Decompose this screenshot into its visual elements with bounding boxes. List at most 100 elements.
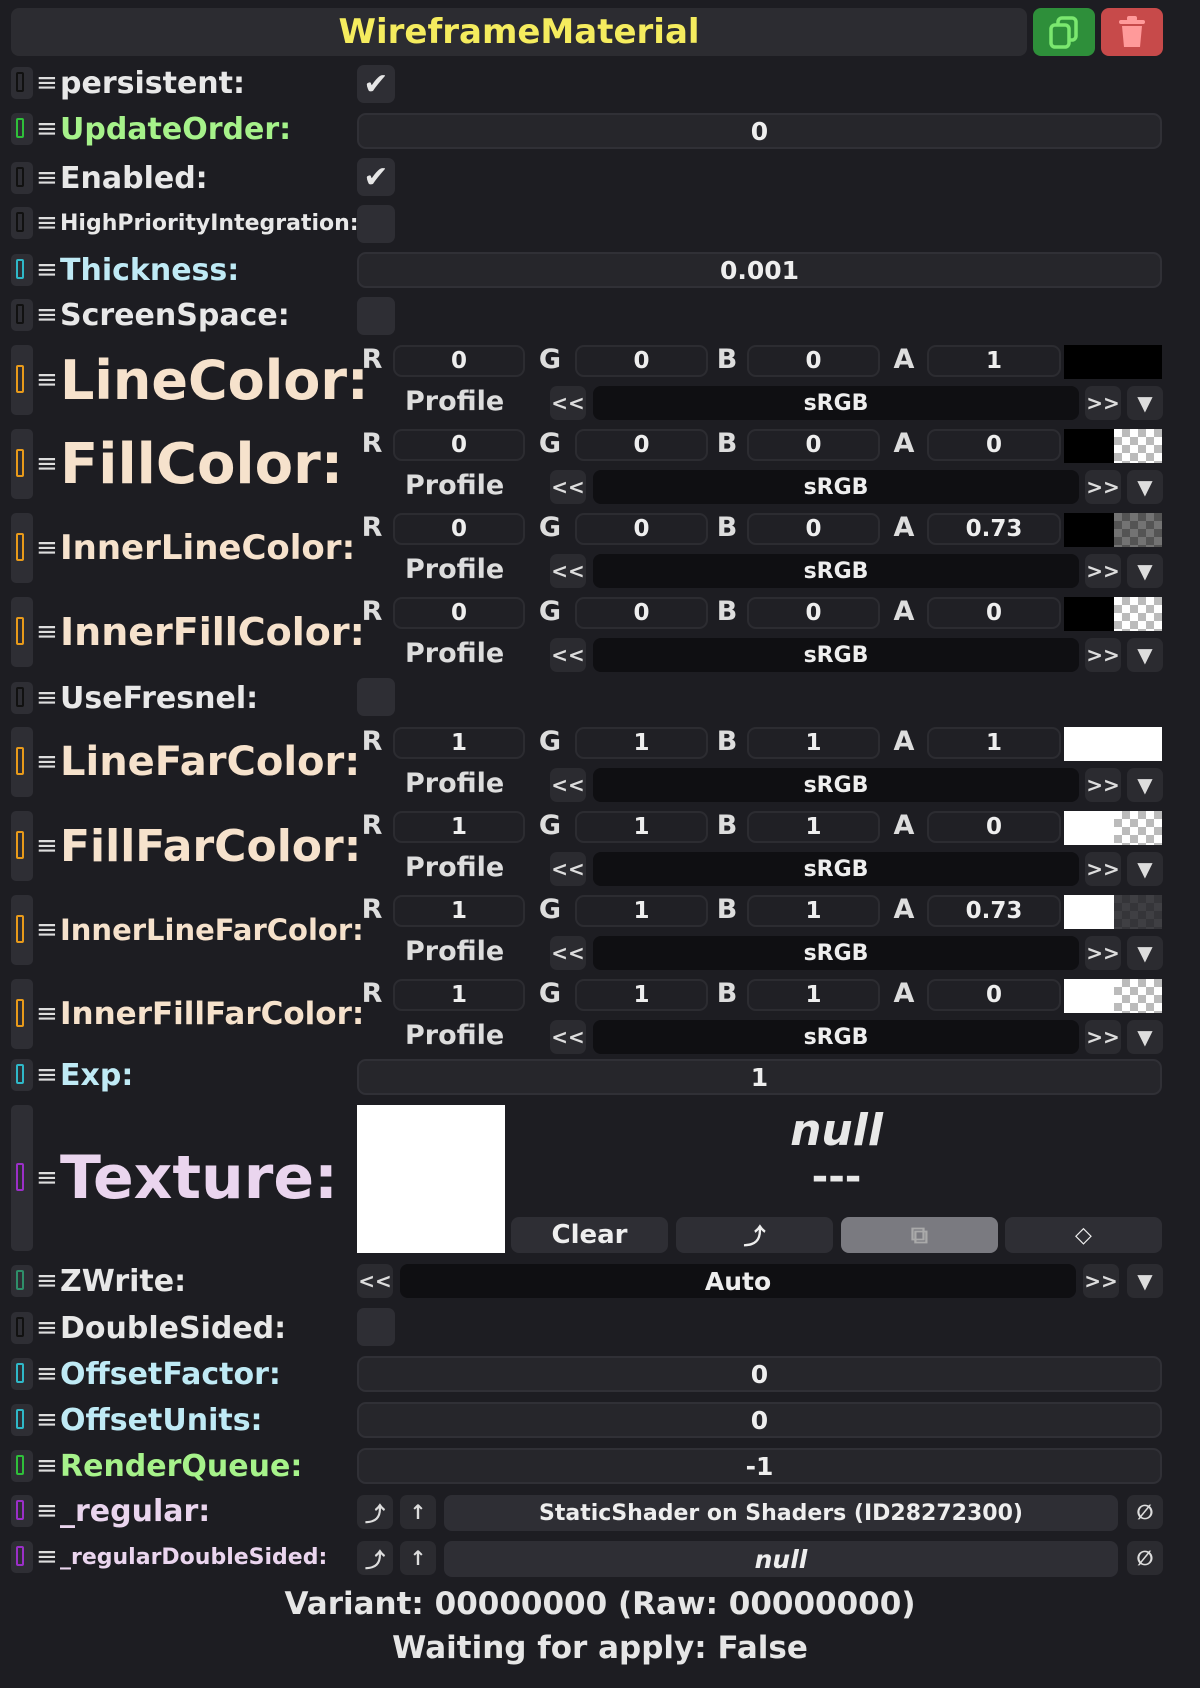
menu-icon[interactable]: ≡ bbox=[36, 1268, 58, 1294]
dropdown-arrow-icon[interactable]: ▼ bbox=[1127, 638, 1163, 672]
menu-icon[interactable]: ≡ bbox=[36, 210, 58, 236]
drag-handle[interactable] bbox=[11, 1059, 33, 1091]
menu-icon[interactable]: ≡ bbox=[36, 165, 58, 191]
profile-select[interactable]: sRGB bbox=[593, 768, 1079, 802]
drag-handle[interactable] bbox=[11, 1404, 33, 1436]
channel-g-input[interactable]: 1 bbox=[575, 895, 708, 927]
drag-handle[interactable] bbox=[11, 1495, 33, 1527]
menu-icon[interactable]: ≡ bbox=[36, 1001, 58, 1027]
channel-g-input[interactable]: 1 bbox=[575, 979, 708, 1011]
channel-a-input[interactable]: 0 bbox=[927, 597, 1061, 629]
channel-g-input[interactable]: 0 bbox=[575, 513, 708, 545]
duplicate-texture-button[interactable]: ⧉ bbox=[841, 1217, 998, 1253]
channel-r-input[interactable]: 1 bbox=[393, 727, 525, 759]
channel-b-input[interactable]: 0 bbox=[747, 429, 880, 461]
dropdown-arrow-icon[interactable]: ▼ bbox=[1127, 386, 1163, 420]
color-swatch[interactable] bbox=[1064, 429, 1162, 463]
clear-reference-button[interactable]: ∅ bbox=[1127, 1495, 1163, 1529]
drag-handle[interactable] bbox=[11, 207, 33, 239]
menu-icon[interactable]: ≡ bbox=[36, 1498, 58, 1524]
channel-g-input[interactable]: 1 bbox=[575, 727, 708, 759]
menu-icon[interactable]: ≡ bbox=[36, 1165, 58, 1191]
drag-handle[interactable] bbox=[11, 1105, 33, 1251]
profile-next-button[interactable]: >> bbox=[1085, 470, 1121, 504]
drag-handle[interactable] bbox=[11, 727, 33, 797]
profile-prev-button[interactable]: << bbox=[550, 386, 586, 420]
menu-icon[interactable]: ≡ bbox=[36, 833, 58, 859]
clear-button[interactable]: Clear bbox=[511, 1217, 668, 1253]
use-fresnel-checkbox[interactable] bbox=[357, 678, 395, 716]
open-reference-button[interactable]: ⤴ bbox=[357, 1541, 393, 1575]
drag-handle[interactable] bbox=[11, 299, 33, 331]
channel-a-input[interactable]: 0 bbox=[927, 979, 1061, 1011]
regular-reference-field[interactable]: StaticShader on Shaders (ID28272300) bbox=[444, 1495, 1118, 1531]
menu-icon[interactable]: ≡ bbox=[36, 685, 58, 711]
profile-next-button[interactable]: >> bbox=[1085, 638, 1121, 672]
menu-icon[interactable]: ≡ bbox=[36, 749, 58, 775]
channel-g-input[interactable]: 1 bbox=[575, 811, 708, 843]
color-swatch[interactable] bbox=[1064, 727, 1162, 761]
drag-handle[interactable] bbox=[11, 597, 33, 667]
menu-icon[interactable]: ≡ bbox=[36, 1062, 58, 1088]
dropdown-arrow-icon[interactable]: ▼ bbox=[1127, 470, 1163, 504]
drag-handle[interactable] bbox=[11, 979, 33, 1049]
channel-r-input[interactable]: 0 bbox=[393, 597, 525, 629]
channel-r-input[interactable]: 1 bbox=[393, 811, 525, 843]
channel-a-input[interactable]: 0 bbox=[927, 429, 1061, 461]
channel-a-input[interactable]: 0.73 bbox=[927, 895, 1061, 927]
open-reference-button[interactable]: ⤴ bbox=[357, 1495, 393, 1529]
menu-icon[interactable]: ≡ bbox=[36, 917, 58, 943]
color-swatch[interactable] bbox=[1064, 597, 1162, 631]
update-order-input[interactable]: 0 bbox=[357, 113, 1162, 149]
channel-a-input[interactable]: 1 bbox=[927, 345, 1061, 377]
grab-reference-button[interactable]: ↑ bbox=[400, 1495, 436, 1529]
channel-a-input[interactable]: 0 bbox=[927, 811, 1061, 843]
drag-handle[interactable] bbox=[11, 1358, 33, 1390]
channel-b-input[interactable]: 0 bbox=[747, 345, 880, 377]
channel-g-input[interactable]: 0 bbox=[575, 345, 708, 377]
profile-prev-button[interactable]: << bbox=[550, 1020, 586, 1054]
profile-next-button[interactable]: >> bbox=[1085, 852, 1121, 886]
channel-r-input[interactable]: 0 bbox=[393, 513, 525, 545]
channel-g-input[interactable]: 0 bbox=[575, 429, 708, 461]
menu-icon[interactable]: ≡ bbox=[36, 1544, 58, 1570]
channel-b-input[interactable]: 1 bbox=[747, 979, 880, 1011]
texture-preview[interactable] bbox=[357, 1105, 505, 1253]
drag-handle[interactable] bbox=[11, 682, 33, 714]
menu-icon[interactable]: ≡ bbox=[36, 451, 58, 477]
color-swatch[interactable] bbox=[1064, 345, 1162, 379]
profile-select[interactable]: sRGB bbox=[593, 554, 1079, 588]
drag-handle[interactable] bbox=[11, 429, 33, 499]
delete-button[interactable] bbox=[1101, 8, 1163, 56]
enabled-checkbox[interactable]: ✔ bbox=[357, 158, 395, 196]
profile-prev-button[interactable]: << bbox=[550, 638, 586, 672]
channel-a-input[interactable]: 0.73 bbox=[927, 513, 1061, 545]
profile-select[interactable]: sRGB bbox=[593, 470, 1079, 504]
persistent-checkbox[interactable]: ✔ bbox=[357, 65, 395, 103]
dropdown-arrow-icon[interactable]: ▼ bbox=[1127, 852, 1163, 886]
menu-icon[interactable]: ≡ bbox=[36, 535, 58, 561]
drag-handle[interactable] bbox=[11, 1450, 33, 1482]
profile-prev-button[interactable]: << bbox=[550, 470, 586, 504]
profile-select[interactable]: sRGB bbox=[593, 936, 1079, 970]
menu-icon[interactable]: ≡ bbox=[36, 116, 58, 142]
dropdown-arrow-icon[interactable]: ▼ bbox=[1127, 768, 1163, 802]
menu-icon[interactable]: ≡ bbox=[36, 1453, 58, 1479]
menu-icon[interactable]: ≡ bbox=[36, 367, 58, 393]
zwrite-next-button[interactable]: >> bbox=[1083, 1264, 1119, 1298]
channel-b-input[interactable]: 0 bbox=[747, 513, 880, 545]
drag-handle[interactable] bbox=[11, 254, 33, 286]
menu-icon[interactable]: ≡ bbox=[36, 257, 58, 283]
color-swatch[interactable] bbox=[1064, 513, 1162, 547]
menu-icon[interactable]: ≡ bbox=[36, 1407, 58, 1433]
offset-factor-input[interactable]: 0 bbox=[357, 1356, 1162, 1392]
drag-handle[interactable] bbox=[11, 1265, 33, 1297]
channel-r-input[interactable]: 1 bbox=[393, 895, 525, 927]
thickness-input[interactable]: 0.001 bbox=[357, 252, 1162, 288]
render-queue-input[interactable]: -1 bbox=[357, 1448, 1162, 1484]
profile-select[interactable]: sRGB bbox=[593, 852, 1079, 886]
profile-next-button[interactable]: >> bbox=[1085, 768, 1121, 802]
double-sided-checkbox[interactable] bbox=[357, 1308, 395, 1346]
drag-handle[interactable] bbox=[11, 345, 33, 415]
menu-icon[interactable]: ≡ bbox=[36, 70, 58, 96]
